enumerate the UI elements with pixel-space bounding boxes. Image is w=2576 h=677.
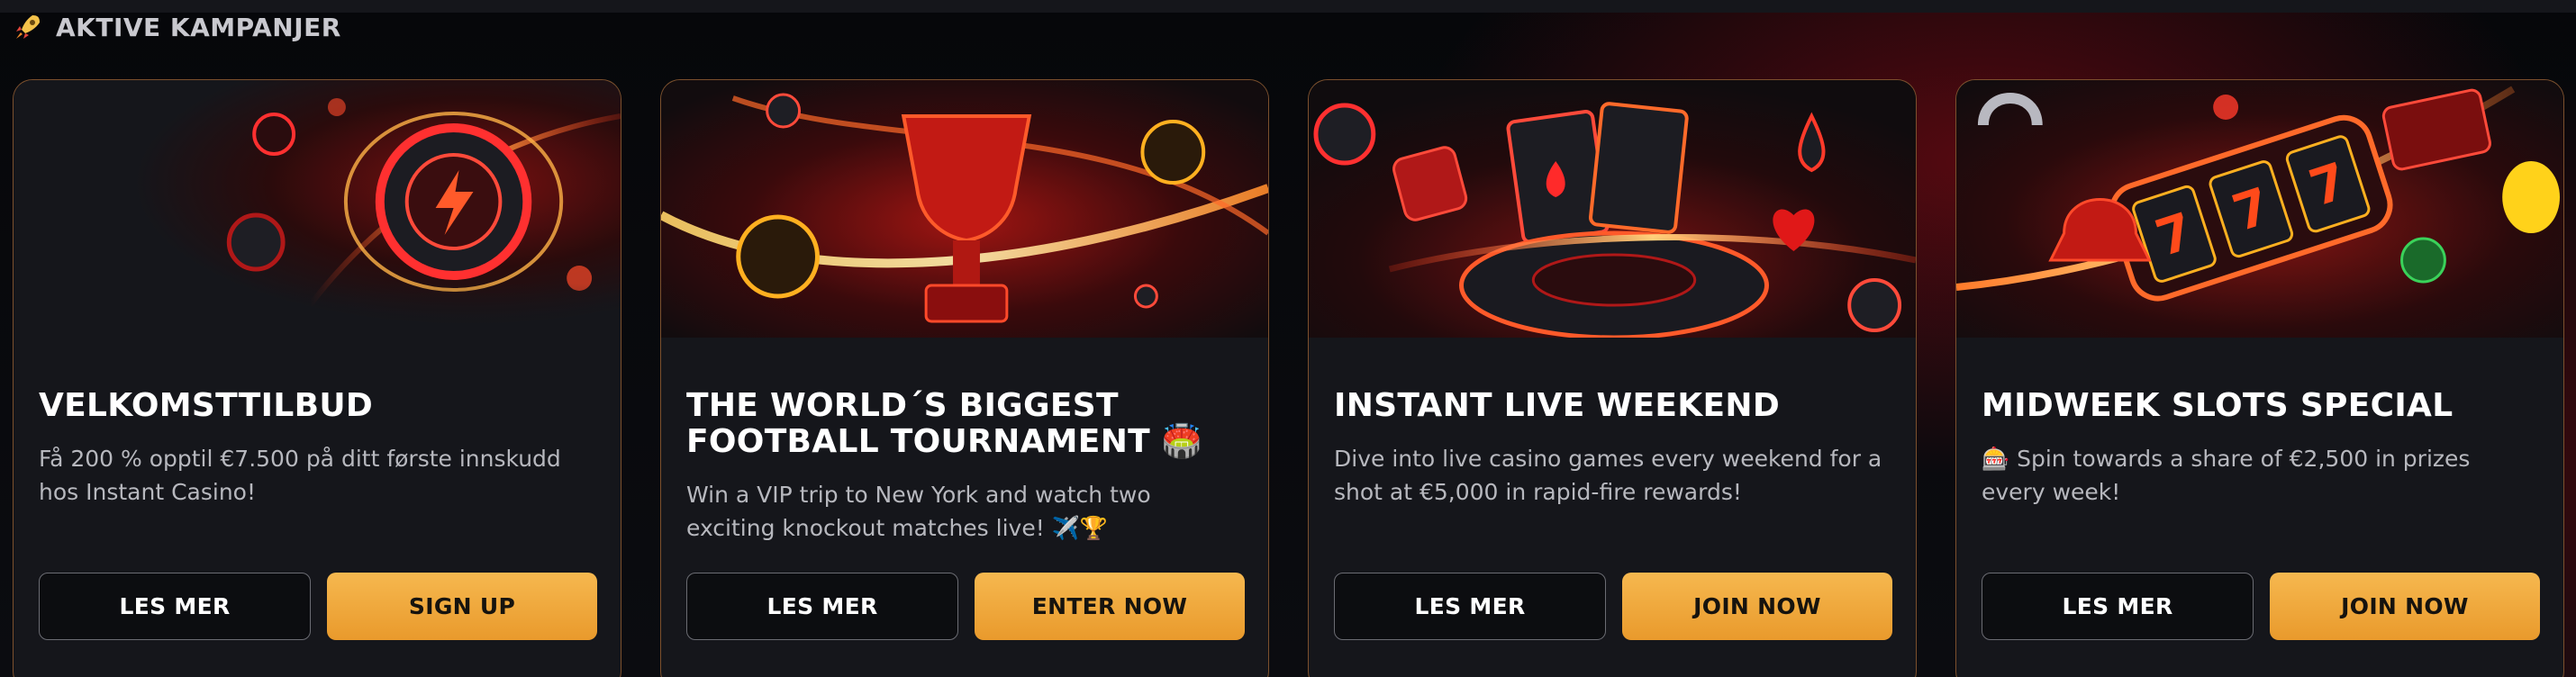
card-actions: LES MER ENTER NOW <box>686 573 1245 640</box>
slot-machine-777-art: 7 7 7 <box>1956 80 2563 338</box>
card-actions: LES MER JOIN NOW <box>1334 573 1892 640</box>
campaign-card-live-weekend: INSTANT LIVE WEEKEND Dive into live casi… <box>1308 79 1917 677</box>
trophy-footballs-art <box>661 80 1268 338</box>
section-title: AKTIVE KAMPANJER <box>56 12 341 42</box>
card-description: Dive into live casino games every weeken… <box>1334 446 1882 505</box>
top-bar <box>0 0 2576 13</box>
card-title: MIDWEEK SLOTS SPECIAL <box>1982 387 2454 424</box>
read-more-button[interactable]: LES MER <box>1334 573 1606 640</box>
rocket-icon <box>16 15 40 39</box>
campaign-card-welcome: VELKOMSTTILBUD Få 200 % opptil €7.500 på… <box>13 79 621 677</box>
read-more-button[interactable]: LES MER <box>1982 573 2254 640</box>
card-title: VELKOMSTTILBUD <box>39 387 374 424</box>
poker-chip-lightning-art <box>14 80 621 392</box>
read-more-button[interactable]: LES MER <box>686 573 958 640</box>
enter-now-button[interactable]: ENTER NOW <box>975 573 1245 640</box>
campaign-cards: VELKOMSTTILBUD Få 200 % opptil €7.500 på… <box>13 79 2571 677</box>
roulette-cards-art <box>1309 80 1916 338</box>
card-title: INSTANT LIVE WEEKEND <box>1334 387 1781 424</box>
campaign-card-football: THE WORLD´S BIGGEST FOOTBALL TOURNAMENT … <box>660 79 1269 677</box>
card-description: 🎰 Spin towards a share of €2,500 in priz… <box>1982 446 2471 505</box>
card-actions: LES MER SIGN UP <box>39 573 597 640</box>
campaign-card-slots: 7 7 7 MIDWEEK SLOTS SPECIAL 🎰 Spin towar… <box>1955 79 2564 677</box>
card-description: Win a VIP trip to New York and watch two… <box>686 482 1151 541</box>
join-now-button[interactable]: JOIN NOW <box>2270 573 2540 640</box>
card-actions: LES MER JOIN NOW <box>1982 573 2540 640</box>
sign-up-button[interactable]: SIGN UP <box>327 573 597 640</box>
card-title: THE WORLD´S BIGGEST FOOTBALL TOURNAMENT … <box>686 387 1202 460</box>
read-more-button[interactable]: LES MER <box>39 573 311 640</box>
section-header: AKTIVE KAMPANJER <box>13 9 341 45</box>
join-now-button[interactable]: JOIN NOW <box>1622 573 1892 640</box>
card-description: Få 200 % opptil €7.500 på ditt første in… <box>39 446 561 505</box>
